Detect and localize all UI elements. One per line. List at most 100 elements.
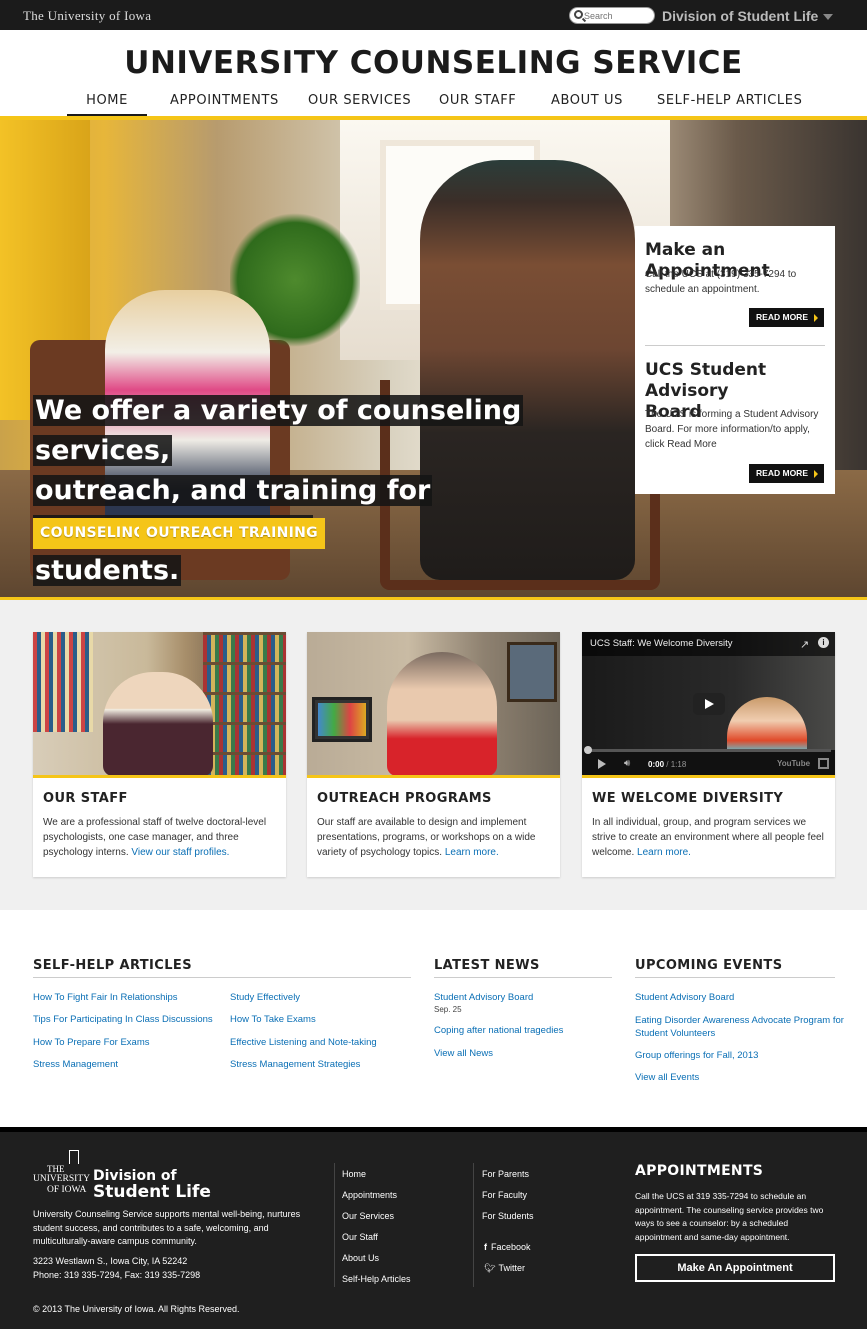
old-capitol-icon <box>69 1150 79 1164</box>
search-icon <box>574 10 583 19</box>
footer-twitter-link[interactable]: 🐦︎ Twitter <box>484 1263 525 1274</box>
appointment-read-more-button[interactable]: READ MORE <box>749 308 824 327</box>
view-all-events-link[interactable]: View all Events <box>635 1072 699 1083</box>
latest-news-heading: LATEST NEWS <box>434 958 540 973</box>
article-link[interactable]: How To Prepare For Exams <box>33 1037 150 1048</box>
uiowa-footer-logo[interactable]: THE UNIVERSITY OF IOWA <box>33 1150 93 1202</box>
video-progress-bar[interactable] <box>586 749 831 752</box>
view-staff-profiles-link[interactable]: View our staff profiles. <box>131 847 229 858</box>
diversity-learn-more-link[interactable]: Learn more. <box>637 847 691 858</box>
footer-mission: University Counseling Service supports m… <box>33 1209 301 1246</box>
event-link[interactable]: Eating Disorder Awareness Advocate Progr… <box>635 1015 844 1040</box>
youtube-logo[interactable]: YouTube <box>777 759 810 768</box>
share-icon[interactable]: ↗ <box>800 638 809 651</box>
footer-appointments-text: Call the UCS at 319 335-7294 to schedule… <box>635 1191 824 1242</box>
article-link[interactable]: How To Fight Fair In Relationships <box>33 992 178 1003</box>
university-logo-link[interactable]: The University of Iowa <box>23 8 151 24</box>
outreach-button[interactable]: OUTREACH <box>139 518 242 549</box>
latest-news-rule <box>434 977 612 978</box>
our-staff-card: OUR STAFF We are a professional staff of… <box>33 632 286 877</box>
article-link[interactable]: How To Take Exams <box>230 1014 316 1025</box>
advisory-board-read-more-button[interactable]: READ MORE <box>749 464 824 483</box>
footer-link-home[interactable]: Home <box>342 1169 366 1179</box>
nav-appointments[interactable]: APPOINTMENTS <box>170 88 278 118</box>
fullscreen-icon[interactable] <box>818 758 829 769</box>
play-button[interactable] <box>693 693 725 715</box>
footer-divider <box>473 1163 474 1287</box>
copyright: © 2013 The University of Iowa. All Right… <box>33 1304 240 1314</box>
counseling-button[interactable]: COUNSELING <box>33 518 153 549</box>
footer-address: 3223 Westlawn S., Iowa City, IA 52242 <box>33 1256 188 1266</box>
footer-link-faculty[interactable]: For Faculty <box>482 1190 527 1200</box>
footer-appointments-heading: APPOINTMENTS <box>635 1163 764 1179</box>
info-icon[interactable]: i <box>818 637 829 648</box>
article-link[interactable]: Tips For Participating In Class Discussi… <box>33 1014 213 1025</box>
hero-headline-line-1: We offer a variety of counseling service… <box>33 395 524 466</box>
footer-link-our-staff[interactable]: Our Staff <box>342 1232 378 1242</box>
caret-down-icon <box>823 14 834 21</box>
outreach-photo[interactable] <box>307 632 560 776</box>
make-appointment-button[interactable]: Make An Appointment <box>635 1254 835 1282</box>
video-duration: / 1:18 <box>666 760 687 769</box>
nav-self-help-articles[interactable]: SELF-HELP ARTICLES <box>657 88 802 118</box>
staff-photo[interactable] <box>33 632 286 776</box>
advisory-board-text: The UCS is forming a Student Advisory Bo… <box>645 409 819 450</box>
hero-headline-line-3: students. <box>33 555 182 586</box>
footer-link-parents[interactable]: For Parents <box>482 1169 529 1179</box>
upcoming-events-heading: UPCOMING EVENTS <box>635 958 783 973</box>
footer-link-students[interactable]: For Students <box>482 1211 534 1221</box>
volume-icon[interactable]: 🔊︎ <box>624 758 630 769</box>
article-link[interactable]: Effective Listening and Note-taking <box>230 1037 377 1048</box>
nav-our-staff[interactable]: OUR STAFF <box>439 88 516 118</box>
diversity-text: In all individual, group, and program se… <box>592 817 824 858</box>
footer-phone: Phone: 319 335-7294, Fax: 319 335-7298 <box>33 1270 201 1280</box>
nav-home[interactable]: HOME <box>67 88 147 118</box>
article-link[interactable]: Stress Management Strategies <box>230 1059 360 1070</box>
video-progress-handle[interactable] <box>584 746 592 754</box>
site-title: UNIVERSITY COUNSELING SERVICE <box>124 45 743 81</box>
event-link[interactable]: Group offerings for Fall, 2013 <box>635 1050 758 1061</box>
self-help-heading: SELF-HELP ARTICLES <box>33 958 192 973</box>
outreach-text: Our staff are available to design and im… <box>317 817 536 858</box>
diversity-video-player[interactable]: UCS Staff: We Welcome Diversity ↗ i 🔊︎ 0… <box>582 632 835 776</box>
footer-link-about-us[interactable]: About Us <box>342 1253 379 1263</box>
news-date: Sep. 25 <box>434 1005 462 1014</box>
article-link[interactable]: Study Effectively <box>230 992 300 1003</box>
nav-about-us[interactable]: ABOUT US <box>551 88 622 118</box>
video-current-time: 0:00 <box>648 760 665 769</box>
division-footer-logo[interactable]: Division of Student Life <box>93 1168 211 1201</box>
news-link[interactable]: Student Advisory Board <box>434 992 533 1003</box>
hero-headline: We offer a variety of counseling service… <box>33 391 593 591</box>
our-staff-heading: OUR STAFF <box>43 791 128 806</box>
footer-link-appointments[interactable]: Appointments <box>342 1190 397 1200</box>
play-icon[interactable] <box>598 759 606 769</box>
upcoming-events-rule <box>635 977 835 978</box>
diversity-card: UCS Staff: We Welcome Diversity ↗ i 🔊︎ 0… <box>582 632 835 877</box>
footer-divider <box>334 1163 335 1287</box>
search-input[interactable] <box>584 9 650 22</box>
division-menu-link[interactable]: Division of Student Life <box>662 8 834 24</box>
facebook-icon: f <box>484 1242 487 1252</box>
twitter-icon: 🐦︎ <box>484 1263 496 1273</box>
panel-divider <box>645 345 825 346</box>
event-link[interactable]: Student Advisory Board <box>635 992 734 1003</box>
footer-link-self-help[interactable]: Self-Help Articles <box>342 1274 411 1284</box>
footer-link-our-services[interactable]: Our Services <box>342 1211 394 1221</box>
outreach-card: OUTREACH PROGRAMS Our staff are availabl… <box>307 632 560 877</box>
our-staff-text: We are a professional staff of twelve do… <box>43 817 267 858</box>
hero-side-panel: Make an Appointment Call the UCS at (319… <box>635 226 835 494</box>
diversity-heading: WE WELCOME DIVERSITY <box>592 791 784 806</box>
training-button[interactable]: TRAINING <box>232 518 325 549</box>
division-label: Division of Student Life <box>662 8 819 24</box>
video-title[interactable]: UCS Staff: We Welcome Diversity <box>590 638 733 649</box>
view-all-news-link[interactable]: View all News <box>434 1048 493 1059</box>
article-link[interactable]: Stress Management <box>33 1059 118 1070</box>
self-help-rule <box>33 977 411 978</box>
outreach-learn-more-link[interactable]: Learn more. <box>445 847 499 858</box>
news-link[interactable]: Coping after national tragedies <box>434 1025 563 1036</box>
search-field[interactable] <box>569 7 655 24</box>
appointment-text: Call the UCS at (319) 335-7294 to schedu… <box>645 269 797 295</box>
footer-facebook-link[interactable]: f Facebook <box>484 1242 531 1252</box>
outreach-heading: OUTREACH PROGRAMS <box>317 791 492 806</box>
nav-our-services[interactable]: OUR SERVICES <box>308 88 411 118</box>
